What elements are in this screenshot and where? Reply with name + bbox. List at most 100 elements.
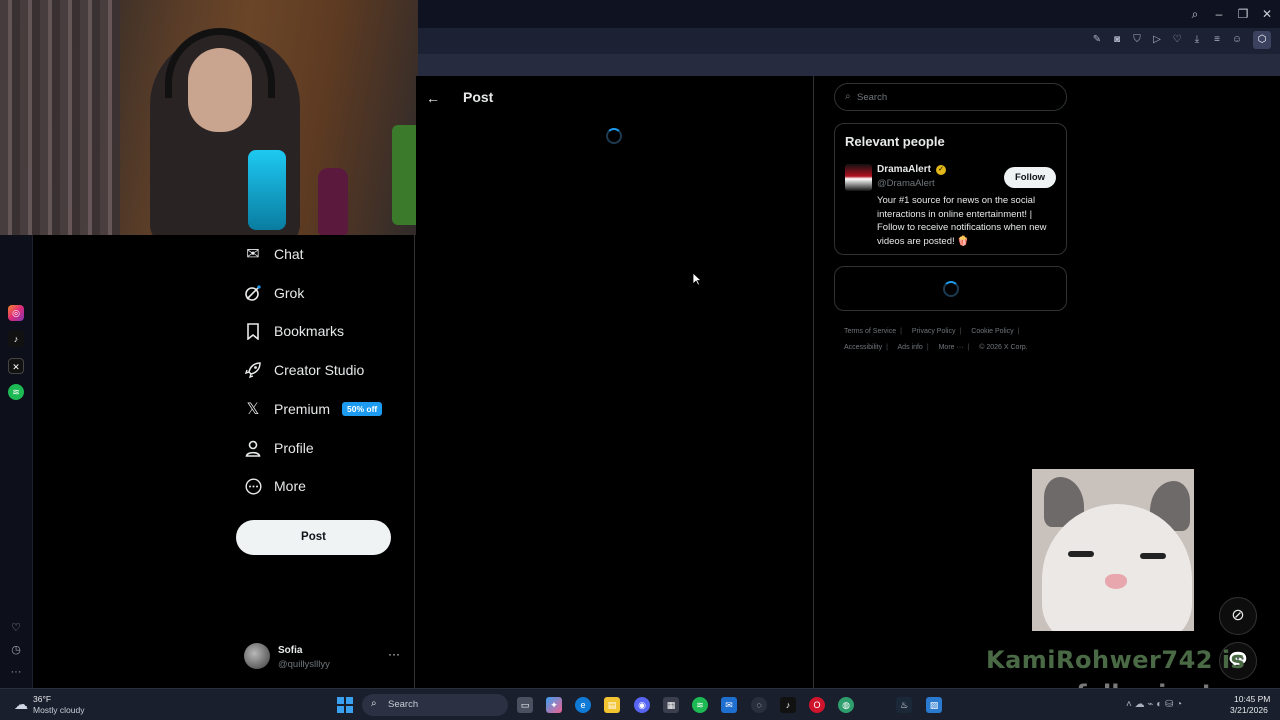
weather-cloud-icon[interactable]: ☁: [12, 695, 30, 713]
loading-card: [834, 266, 1067, 311]
edge-icon[interactable]: e: [575, 697, 591, 713]
taskbar-search[interactable]: ⌕ Search: [362, 694, 508, 716]
nav-item-label: More: [274, 478, 306, 494]
person-name[interactable]: DramaAlert: [877, 164, 931, 175]
mail-icon[interactable]: ✉: [721, 697, 737, 713]
nav-item-profile[interactable]: Profile: [244, 433, 314, 463]
back-arrow-icon[interactable]: ←: [426, 90, 440, 106]
webcam-overlay: [0, 0, 418, 235]
nav-item-label: Profile: [274, 440, 314, 456]
clock-time[interactable]: 10:45 PM: [1234, 694, 1270, 704]
page-title: Post: [463, 89, 494, 105]
nav-item-chat[interactable]: ✉ Chat: [244, 239, 304, 269]
instagram-icon[interactable]: ◎: [8, 305, 24, 321]
spotify-icon[interactable]: ≋: [692, 697, 708, 713]
nav-item-creator-studio[interactable]: Creator Studio: [244, 355, 364, 385]
x-icon[interactable]: ✕: [8, 358, 24, 374]
start-button[interactable]: [337, 697, 353, 713]
extension-icon[interactable]: ⬡: [1253, 31, 1271, 49]
follow-alert-name: KamiRohwer742 is: [986, 646, 1246, 674]
nav-item-label: Grok: [274, 285, 305, 301]
close-icon[interactable]: ✕: [1258, 5, 1276, 23]
search-box[interactable]: ⌕: [834, 83, 1067, 111]
mouse-cursor-icon: [692, 272, 702, 286]
camera-icon[interactable]: ◙: [1110, 33, 1124, 47]
taskbar-search-label: Search: [388, 699, 419, 710]
post-button[interactable]: Post: [236, 520, 391, 555]
search-icon: ⌕: [845, 91, 851, 102]
steam-helper-icon[interactable]: ◌: [751, 697, 767, 713]
grok-icon: [244, 284, 262, 302]
globe-app-icon[interactable]: ◍: [838, 697, 854, 713]
file-explorer-icon[interactable]: ▤: [604, 697, 620, 713]
avatar[interactable]: [845, 164, 872, 191]
footer-links: Terms of Service | Privacy Policy | Cookie…: [844, 328, 1028, 351]
scrollbar[interactable]: [1270, 76, 1280, 688]
more-icon[interactable]: ···: [9, 665, 23, 679]
grok-float-icon[interactable]: ⊘: [1219, 597, 1257, 635]
x-logo-icon: 𝕏: [246, 401, 260, 418]
search-icon: ⌕: [371, 698, 377, 709]
footer-link[interactable]: More ···: [939, 344, 964, 351]
more-circle-icon: [244, 477, 262, 495]
system-tray[interactable]: ˄ ☁ ⌁ ◐ ⛁ ◔: [1126, 699, 1218, 713]
heart-icon[interactable]: ♡: [1170, 33, 1184, 47]
main-column: ← Post: [416, 76, 814, 688]
download-icon[interactable]: ⤓: [1190, 33, 1204, 47]
play-icon[interactable]: ▷: [1150, 33, 1164, 47]
premium-discount-badge: 50% off: [342, 402, 383, 416]
nav-item-label: Creator Studio: [274, 362, 365, 378]
shield-icon[interactable]: ⛉: [1130, 33, 1144, 47]
rocket-icon: [244, 361, 262, 379]
account-name: Sofia: [278, 645, 303, 656]
bookmark-icon: [244, 322, 262, 340]
tiktok-icon[interactable]: ♪: [8, 331, 24, 347]
footer-link[interactable]: Privacy Policy: [912, 328, 956, 335]
weather-temperature: 36°F: [33, 694, 52, 704]
search-icon[interactable]: ⌕: [1186, 5, 1204, 23]
avatar: [244, 643, 270, 669]
cat-video-overlay: [1032, 469, 1194, 631]
steam-icon[interactable]: ♨: [896, 697, 912, 713]
heart-icon[interactable]: ♡: [9, 621, 23, 635]
account-handle: @quillyslllyy: [278, 659, 330, 670]
menu-icon[interactable]: ≡: [1210, 33, 1224, 47]
verified-badge-icon: ✓: [936, 165, 946, 175]
footer-copyright: © 2026 X Corp.: [979, 344, 1028, 351]
discord-icon[interactable]: ◉: [634, 697, 650, 713]
person-bio: Your #1 source for news on the social in…: [877, 195, 1047, 247]
nav-item-grok[interactable]: Grok: [244, 278, 304, 308]
footer-link[interactable]: Terms of Service: [844, 328, 896, 335]
nav-item-more[interactable]: More: [244, 471, 306, 501]
person-icon: [244, 439, 262, 457]
nav-item-label: Bookmarks: [274, 323, 345, 339]
copilot-icon[interactable]: ✦: [546, 697, 562, 713]
footer-link[interactable]: Cookie Policy: [971, 328, 1013, 335]
footer-link[interactable]: Ads info: [898, 344, 923, 351]
profile-icon[interactable]: ☺: [1230, 33, 1244, 47]
minimize-icon[interactable]: –: [1210, 5, 1228, 23]
nav-item-premium[interactable]: 𝕏 Premium 50% off: [244, 394, 383, 424]
nav-item-bookmarks[interactable]: Bookmarks: [244, 316, 344, 346]
tiktok-icon[interactable]: ♪: [780, 697, 796, 713]
clock-date[interactable]: 3/21/2026: [1230, 705, 1268, 715]
follow-button[interactable]: Follow: [1004, 167, 1056, 188]
nav-item-label: Chat: [274, 246, 304, 262]
windows-taskbar: ☁ 36°F Mostly cloudy ⌕ Search ▭ ✦ e ▤ ◉ …: [0, 688, 1280, 720]
account-switcher[interactable]: Sofia @quillyslllyy ···: [244, 643, 404, 673]
account-more-icon[interactable]: ···: [388, 647, 400, 661]
spotify-icon[interactable]: ≋: [8, 384, 24, 400]
opera-gx-icon[interactable]: O: [809, 697, 825, 713]
edit-icon[interactable]: ✎: [1090, 33, 1104, 47]
photos-icon[interactable]: ▨: [926, 697, 942, 713]
search-input[interactable]: [857, 89, 1057, 105]
x-left-navigation: ✉ Chat Grok Bookmarks Creator Studio 𝕏 P…: [34, 235, 415, 688]
weather-description: Mostly cloudy: [33, 705, 85, 715]
footer-link[interactable]: Accessibility: [844, 344, 882, 351]
history-icon[interactable]: ◷: [9, 643, 23, 657]
envelope-icon: ✉: [246, 246, 260, 263]
task-view-icon[interactable]: ▭: [517, 697, 533, 713]
store-icon[interactable]: ▦: [663, 697, 679, 713]
relevant-people-card: Relevant people DramaAlert ✓ @DramaAlert…: [834, 123, 1067, 255]
maximize-icon[interactable]: ❐: [1234, 5, 1252, 23]
